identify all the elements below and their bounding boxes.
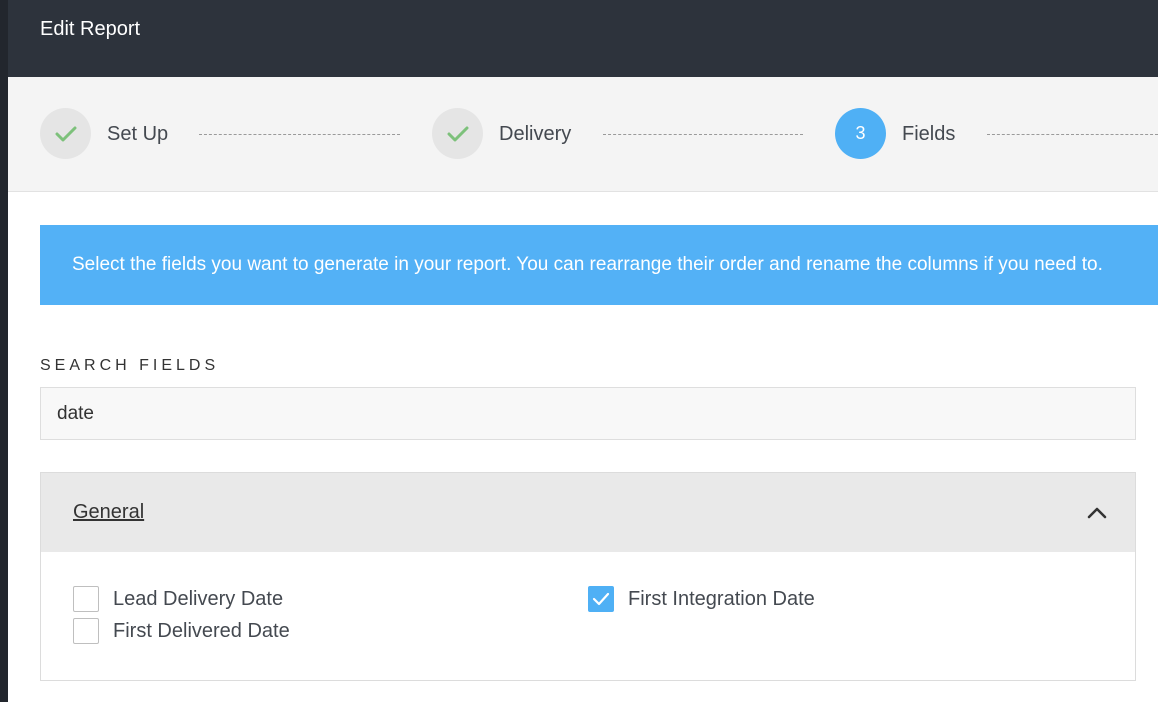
checkbox[interactable] bbox=[73, 618, 99, 644]
field-first-integration-date[interactable]: First Integration Date bbox=[588, 586, 815, 612]
step-number: 3 bbox=[855, 123, 866, 143]
chevron-up-icon[interactable] bbox=[1085, 501, 1109, 525]
field-label[interactable]: First Integration Date bbox=[628, 587, 815, 611]
field-lead-delivery-date[interactable]: Lead Delivery Date bbox=[73, 586, 283, 612]
page-title: Edit Report bbox=[40, 18, 141, 40]
field-label[interactable]: Lead Delivery Date bbox=[113, 587, 283, 611]
search-fields-input[interactable] bbox=[40, 387, 1136, 440]
section-general-title[interactable]: General bbox=[73, 500, 144, 524]
checkbox[interactable] bbox=[73, 586, 99, 612]
section-general-header[interactable]: General bbox=[40, 472, 1136, 553]
left-edge-strip bbox=[0, 0, 8, 702]
info-banner-text: Select the fields you want to generate i… bbox=[72, 254, 1103, 275]
step-connector bbox=[987, 134, 1158, 135]
step-setup-label[interactable]: Set Up bbox=[107, 122, 168, 146]
app-window: Edit Report Set Up Delivery 3 Fields Sel… bbox=[8, 0, 1158, 702]
step-fields-label[interactable]: Fields bbox=[902, 122, 955, 146]
check-icon bbox=[55, 126, 76, 141]
field-first-delivered-date[interactable]: First Delivered Date bbox=[73, 618, 290, 644]
step-fields-number[interactable]: 3 bbox=[835, 108, 886, 159]
step-delivery-label[interactable]: Delivery bbox=[499, 122, 571, 146]
check-icon bbox=[447, 126, 468, 141]
step-connector bbox=[199, 134, 400, 135]
wizard-stepper: Set Up Delivery 3 Fields bbox=[8, 77, 1158, 192]
section-general-body: Lead Delivery Date First Delivered Date … bbox=[40, 552, 1136, 681]
search-fields-label: SEARCH FIELDS bbox=[40, 357, 220, 374]
check-icon bbox=[592, 592, 610, 606]
step-setup-check-icon[interactable] bbox=[40, 108, 91, 159]
step-delivery-check-icon[interactable] bbox=[432, 108, 483, 159]
top-bar: Edit Report bbox=[8, 0, 1158, 77]
info-banner: Select the fields you want to generate i… bbox=[40, 225, 1158, 305]
checkbox-checked[interactable] bbox=[588, 586, 614, 612]
step-connector bbox=[603, 134, 803, 135]
field-label[interactable]: First Delivered Date bbox=[113, 619, 290, 643]
